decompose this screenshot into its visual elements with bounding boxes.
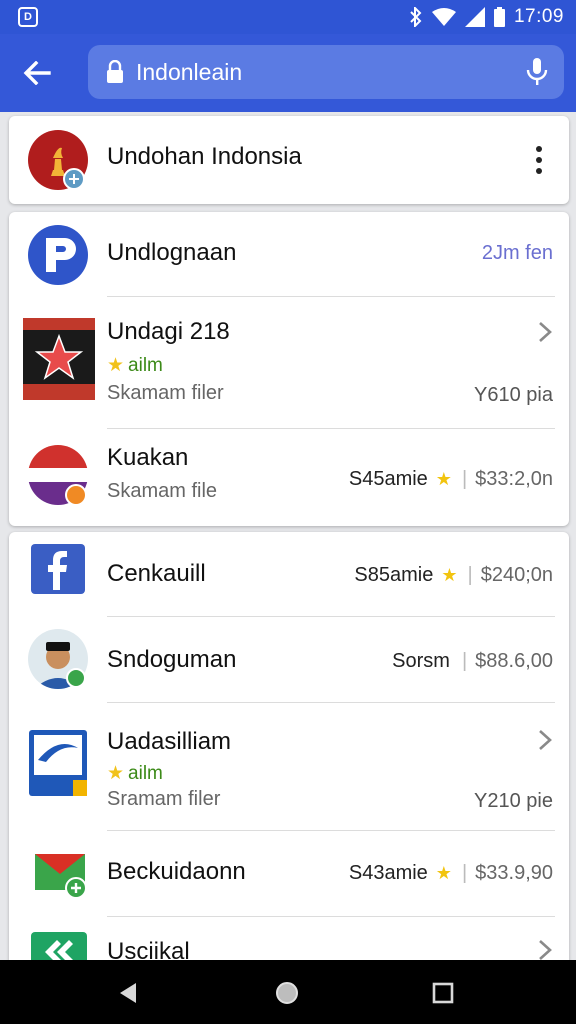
- divider: [107, 616, 555, 617]
- chevron-right-icon[interactable]: [535, 320, 555, 344]
- more-vert-icon[interactable]: [527, 144, 551, 176]
- indonesia-flag-icon: [28, 445, 88, 506]
- list-item-title: Undlognaan: [107, 239, 237, 266]
- divider: [107, 296, 555, 297]
- arrow-left-icon: [23, 61, 51, 85]
- bluetooth-icon: [410, 7, 422, 27]
- star-icon: ★: [107, 763, 125, 784]
- top-result-title: Undohan Indonsia: [107, 143, 302, 170]
- star-icon: ★: [435, 863, 452, 883]
- notification-icon: D: [18, 7, 38, 27]
- divider: [107, 916, 555, 917]
- list-item[interactable]: Kuakan Skamam file S45amie ★ | $33:2,0n: [9, 430, 569, 526]
- list-item-title: Beckuidaonn: [107, 858, 246, 885]
- chess-piece-icon: [28, 130, 88, 190]
- facebook-icon: [31, 544, 85, 594]
- list-item-meta: 2Jm fen: [481, 242, 553, 264]
- price-label: $240;0n: [480, 564, 553, 586]
- list-item[interactable]: Undlognaan 2Jm fen: [9, 212, 569, 298]
- list-item-size: Skamam filer: [107, 382, 224, 404]
- nav-home-icon[interactable]: [272, 978, 302, 1008]
- divider: [107, 830, 555, 831]
- list-item[interactable]: Beckuidaonn S43amie ★ | $33.9,90: [9, 832, 569, 916]
- envelope-icon: [35, 854, 87, 898]
- rating-price-group: S43amie ★ | $33.9,90: [348, 862, 553, 884]
- nav-back-icon[interactable]: [114, 978, 144, 1008]
- list-item-title: Uadasilliam: [107, 728, 232, 755]
- navigation-bar: [0, 960, 576, 1024]
- more-results-card: Cenkauill S85amie ★ | $240;0n Sndoguman …: [9, 532, 569, 972]
- rating-price-group: Sorsm | $88.6,00: [392, 650, 553, 672]
- top-result-card[interactable]: Undohan Indonsia: [9, 116, 569, 204]
- rating-price-group: S45amie ★ | $33:2,0n: [348, 468, 553, 490]
- status-bar: D 17:09: [0, 0, 576, 34]
- list-item-rating: ★ ailm: [107, 763, 163, 784]
- divider: [107, 702, 555, 703]
- status-time: 17:09: [513, 6, 564, 27]
- star-icon: ★: [435, 469, 452, 489]
- lock-icon: [107, 60, 123, 83]
- divider: [107, 428, 555, 429]
- mic-icon[interactable]: [526, 57, 548, 87]
- list-item-title: Undagi 218: [107, 318, 230, 345]
- back-button[interactable]: [18, 54, 56, 92]
- list-item-title: Sndoguman: [107, 646, 237, 673]
- list-item-meta: Y610 pia: [474, 384, 553, 406]
- airline-icon: [29, 730, 87, 796]
- list-item-rating: ★ ailm: [107, 355, 163, 376]
- list-item[interactable]: Uadasilliam ★ ailm Sramam filer Y210 pie: [9, 704, 569, 830]
- search-input[interactable]: Indonleain: [136, 59, 242, 86]
- status-icons: 17:09: [409, 5, 564, 29]
- app-bar: Indonleain: [0, 34, 576, 112]
- price-label: $33:2,0n: [475, 468, 553, 490]
- chevron-right-icon[interactable]: [535, 938, 555, 962]
- list-item[interactable]: Undagi 218 ★ ailm Skamam filer Y610 pia: [9, 298, 569, 428]
- list-item-size: Skamam file: [107, 480, 218, 502]
- star-icon: ★: [441, 565, 458, 585]
- price-label: $88.6,00: [475, 650, 553, 672]
- signal-icon: [464, 7, 485, 27]
- wifi-icon: [431, 8, 456, 26]
- battery-icon: [493, 7, 505, 27]
- list-item[interactable]: Sndoguman Sorsm | $88.6,00: [9, 618, 569, 702]
- star-icon: ★: [107, 355, 125, 376]
- p-logo-icon: [28, 225, 88, 285]
- price-label: $33.9,90: [475, 862, 553, 884]
- list-item-size: Sramam filer: [107, 788, 221, 810]
- flag-banner-icon: [23, 318, 95, 400]
- nav-recents-icon[interactable]: [428, 978, 458, 1008]
- chevron-right-icon[interactable]: [535, 728, 555, 752]
- results-card: Undlognaan 2Jm fen Undagi 218 ★ ailm Skam…: [9, 212, 569, 526]
- search-field[interactable]: Indonleain: [88, 45, 564, 99]
- list-item-title: Kuakan: [107, 444, 189, 471]
- list-item-title: Cenkauill: [107, 560, 206, 587]
- list-item-meta: Y210 pie: [474, 790, 553, 812]
- avatar-icon: [28, 629, 88, 689]
- list-item[interactable]: Cenkauill S85amie ★ | $240;0n: [9, 532, 569, 616]
- rating-price-group: S85amie ★ | $240;0n: [354, 564, 553, 586]
